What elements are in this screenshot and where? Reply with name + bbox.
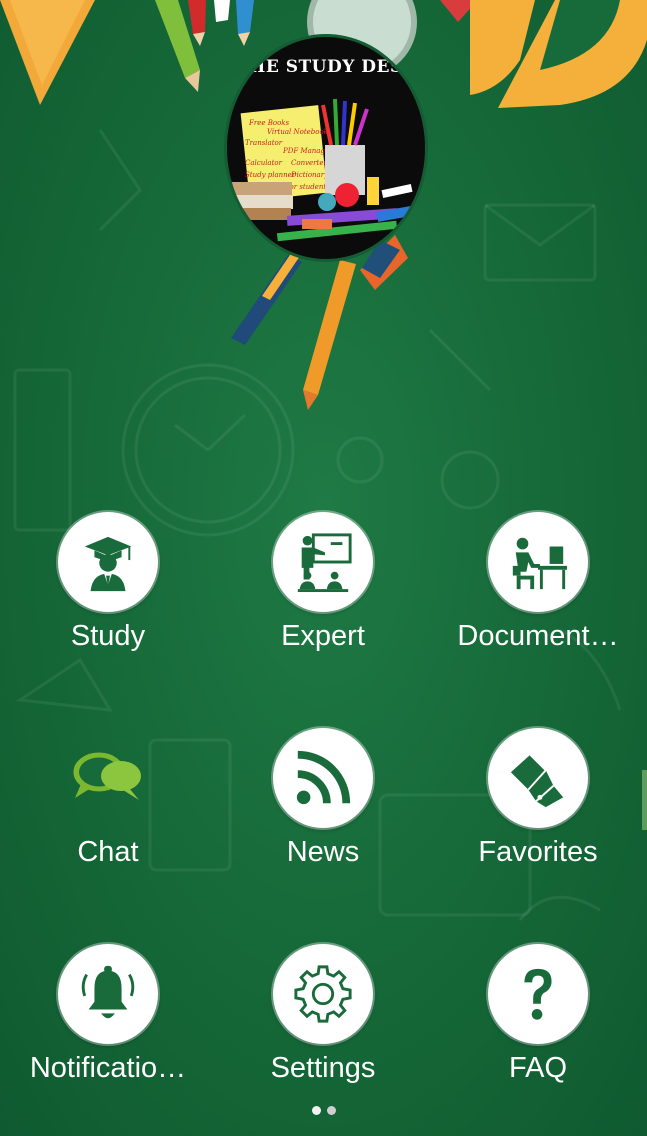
bell-icon: [81, 965, 135, 1019]
logo-note-8: Dictionary: [290, 171, 329, 179]
page-dot-2[interactable]: [326, 1106, 336, 1115]
news-button[interactable]: [273, 728, 373, 828]
edge-handle[interactable]: [642, 770, 647, 830]
logo-note-1: Free Books: [248, 119, 290, 127]
rss-icon: [296, 750, 351, 805]
study-label: Study: [70, 620, 146, 652]
menu-item-study[interactable]: Study: [0, 512, 216, 653]
desk-computer-icon: [512, 537, 568, 590]
logo-note-5: Calculator: [245, 159, 283, 167]
favorites-label: Favorites: [478, 836, 598, 868]
chat-button[interactable]: [58, 728, 158, 828]
documents-button[interactable]: [488, 512, 588, 612]
chat-bubbles-icon: [73, 752, 141, 800]
menu-item-chat[interactable]: Chat: [0, 728, 216, 869]
settings-button[interactable]: [273, 944, 373, 1044]
color-swatches-icon: [510, 754, 564, 808]
graduate-icon: [84, 536, 132, 592]
settings-label: Settings: [270, 1052, 376, 1084]
stationery-illustration: Free Books Virtual Notebook Translator P…: [229, 98, 413, 242]
logo-note-3: Translator: [245, 139, 283, 147]
notifications-label: Notificatio…: [29, 1052, 187, 1084]
documents-label: Document…: [457, 620, 619, 652]
expert-label: Expert: [281, 620, 365, 652]
study-desk-logo: HE STUDY DES Free Books Virtual Notebook…: [224, 34, 428, 262]
menu-item-faq[interactable]: FAQ: [430, 944, 646, 1085]
faq-button[interactable]: [488, 944, 588, 1044]
menu-item-documents[interactable]: Document…: [430, 512, 646, 653]
favorites-button[interactable]: [488, 728, 588, 828]
menu-item-notifications[interactable]: Notificatio…: [0, 944, 216, 1085]
news-label: News: [286, 836, 360, 868]
logo-note-2: Virtual Notebook: [267, 128, 328, 136]
page-indicator: [0, 1106, 647, 1115]
logo-note-6: Converter: [291, 159, 327, 167]
menu-item-news[interactable]: News: [215, 728, 431, 869]
menu-item-settings[interactable]: Settings: [215, 944, 431, 1085]
logo-note-7: Study planner: [245, 171, 296, 179]
question-mark-icon: [524, 968, 552, 1020]
faq-label: FAQ: [508, 1052, 567, 1084]
notifications-button[interactable]: [58, 944, 158, 1044]
study-button[interactable]: [58, 512, 158, 612]
gear-icon: [294, 965, 352, 1023]
teacher-board-icon: [297, 533, 352, 593]
expert-button[interactable]: [273, 512, 373, 612]
menu-item-favorites[interactable]: Favorites: [430, 728, 646, 869]
menu-item-expert[interactable]: Expert: [215, 512, 431, 653]
page-dot-1[interactable]: [311, 1106, 321, 1115]
chat-label: Chat: [77, 836, 139, 868]
